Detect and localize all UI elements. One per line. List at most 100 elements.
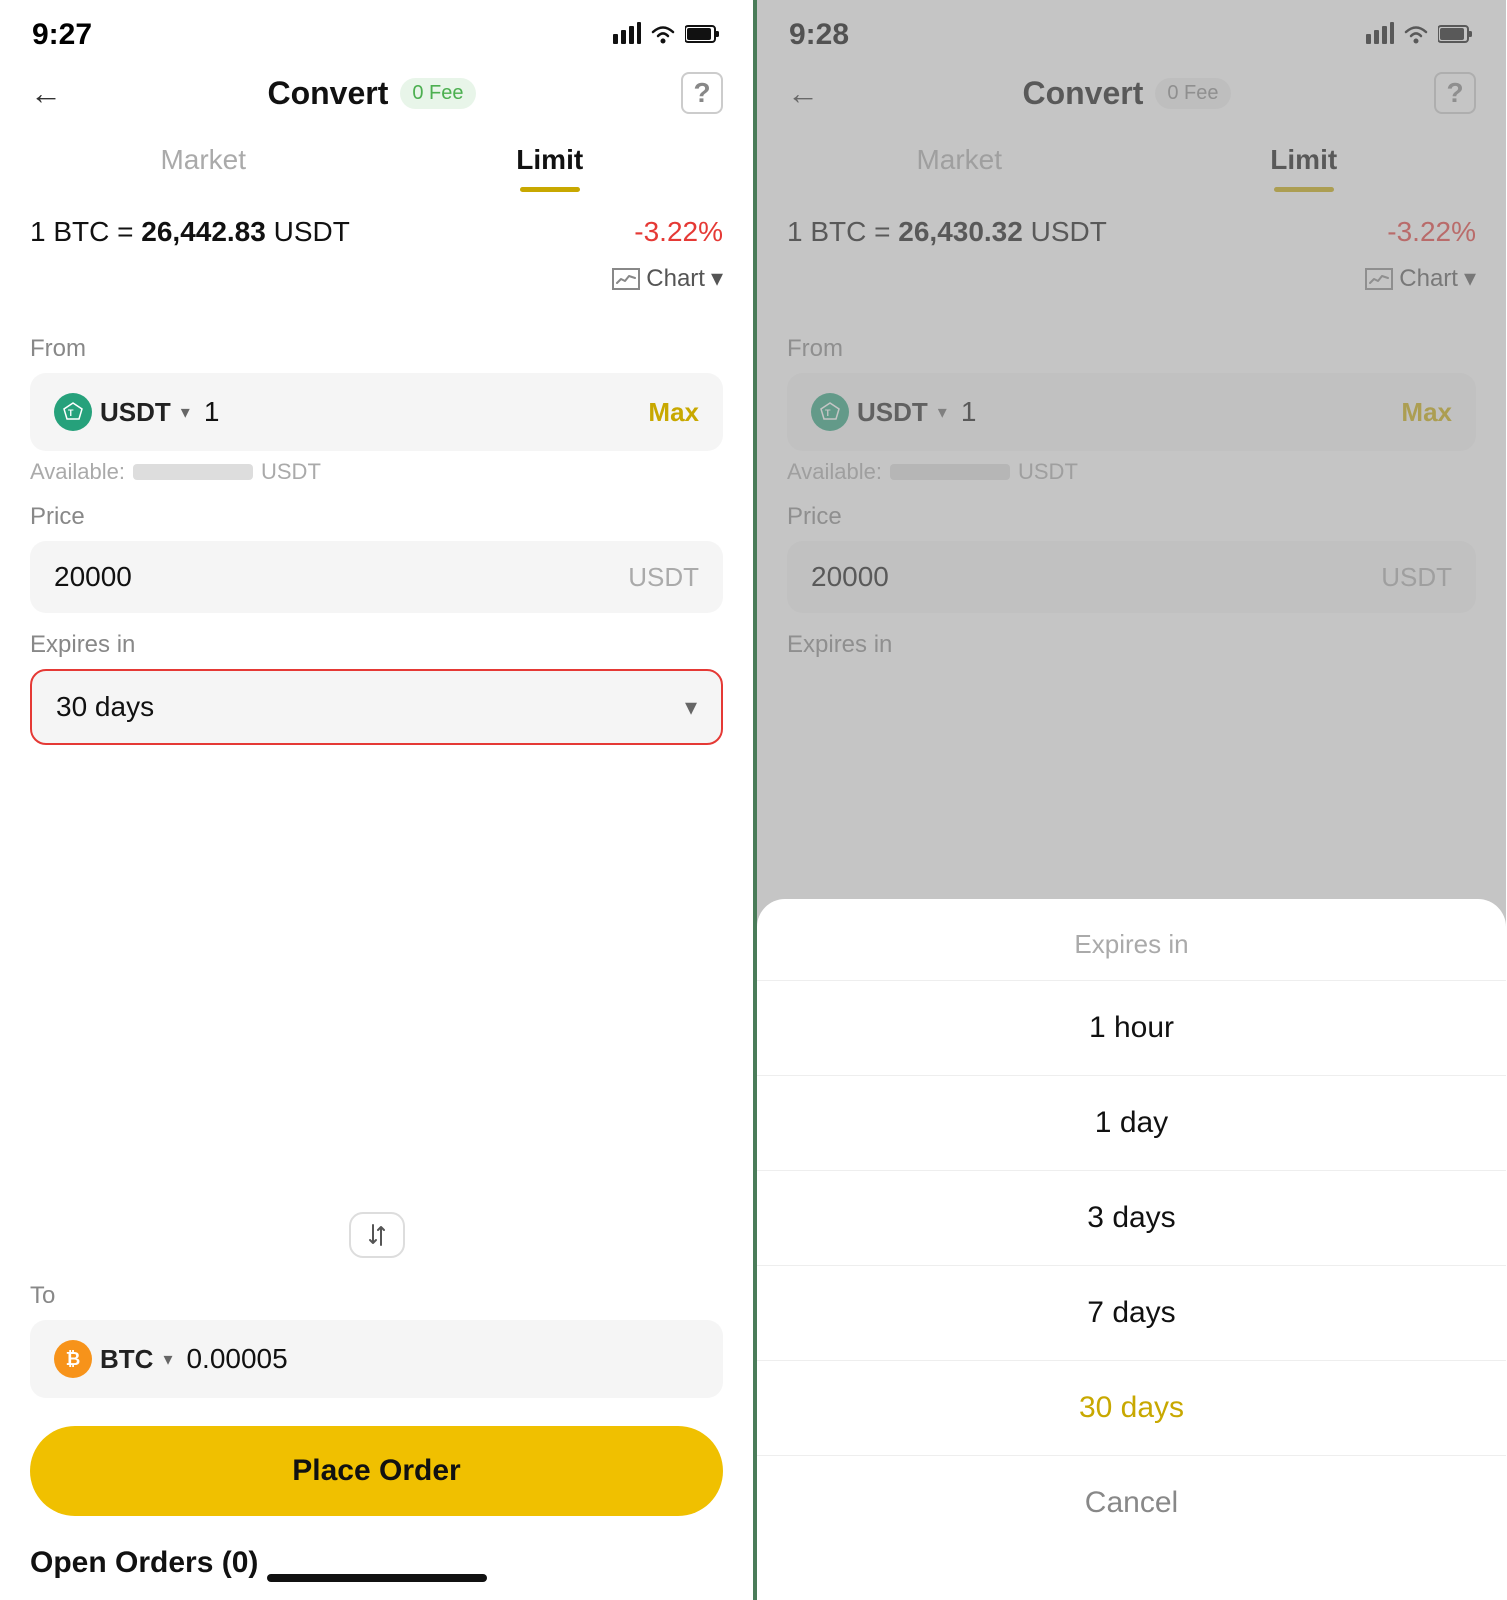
status-bar-left: 9:27 <box>0 0 753 62</box>
price-label-right: Price <box>787 503 1476 531</box>
expires-label-right: Expires in <box>787 631 1476 659</box>
battery-icon <box>685 20 721 51</box>
from-label-left: From <box>30 335 723 363</box>
page-title-left: Convert <box>267 75 388 112</box>
header-left: ← Convert 0 Fee ? <box>0 62 753 128</box>
rate-change-left: -3.22% <box>634 216 723 248</box>
to-input-row-left: ₿ BTC ▾ <box>30 1320 723 1398</box>
price-input-row-left: USDT <box>30 541 723 613</box>
tabs-left: Market Limit <box>0 128 753 192</box>
from-label-right: From <box>787 335 1476 363</box>
from-coin-selector-left[interactable]: T USDT ▾ <box>54 393 190 431</box>
swap-btn-row-left <box>0 1198 753 1264</box>
wifi-icon-right <box>1402 20 1430 51</box>
chart-button-left[interactable]: Chart ▾ <box>612 258 723 299</box>
status-time-right: 9:28 <box>789 18 849 52</box>
status-time-left: 9:27 <box>32 18 92 52</box>
blur-balance-right <box>890 464 1010 480</box>
tab-market-left[interactable]: Market <box>30 128 377 192</box>
from-input-row-left: T USDT ▾ Max <box>30 373 723 451</box>
price-input-left[interactable] <box>54 561 614 593</box>
signal-icon <box>613 20 641 51</box>
price-unit-right: USDT <box>1381 562 1452 593</box>
signal-icon-right <box>1366 20 1394 51</box>
to-amount-input-left[interactable] <box>186 1343 699 1375</box>
max-button-left[interactable]: Max <box>648 397 699 428</box>
status-bar-right: 9:28 <box>757 0 1506 62</box>
to-section-left: To ₿ BTC ▾ <box>0 1264 753 1398</box>
page-title-right: Convert <box>1022 75 1143 112</box>
from-coin-name-left: USDT <box>100 397 171 428</box>
usdt-icon-right: T <box>811 393 849 431</box>
wifi-icon <box>649 20 677 51</box>
chart-icon-right <box>1365 268 1393 290</box>
swap-button-left[interactable] <box>349 1212 405 1258</box>
price-input-right[interactable] <box>811 561 1367 593</box>
status-icons-left <box>613 20 721 51</box>
to-coin-selector-left[interactable]: ₿ BTC ▾ <box>54 1340 172 1378</box>
from-coin-name-right: USDT <box>857 397 928 428</box>
price-unit-left: USDT <box>628 562 699 593</box>
btc-icon-left: ₿ <box>54 1340 92 1378</box>
svg-text:T: T <box>825 408 831 418</box>
place-order-button-left[interactable]: Place Order <box>30 1426 723 1516</box>
to-dropdown-arrow-left: ▾ <box>163 1349 172 1370</box>
available-text-right: Available: USDT <box>787 459 1476 485</box>
from-amount-input-left[interactable] <box>204 396 635 428</box>
rate-text-right: 1 BTC = 26,430.32 USDT <box>787 216 1107 248</box>
price-label-left: Price <box>30 503 723 531</box>
sheet-item-3days[interactable]: 3 days <box>757 1171 1506 1266</box>
back-button-left[interactable]: ← <box>30 75 62 112</box>
right-panel: 9:28 <box>753 0 1506 1600</box>
chart-icon <box>612 268 640 290</box>
help-button-left[interactable]: ? <box>681 72 723 114</box>
battery-icon-right <box>1438 20 1474 51</box>
rate-line-left: 1 BTC = 26,442.83 USDT -3.22% <box>0 202 753 254</box>
tab-limit-left[interactable]: Limit <box>377 128 724 192</box>
svg-text:T: T <box>68 408 74 418</box>
left-panel: 9:27 <box>0 0 753 1600</box>
expires-bottom-sheet: Expires in 1 hour 1 day 3 days 7 days 30… <box>757 899 1506 1600</box>
rate-change-right: -3.22% <box>1387 216 1476 248</box>
from-input-row-right: T USDT ▾ Max <box>787 373 1476 451</box>
back-button-right[interactable]: ← <box>787 75 819 112</box>
status-icons-right <box>1366 20 1474 51</box>
rate-line-right: 1 BTC = 26,430.32 USDT -3.22% <box>757 202 1506 254</box>
to-label-left: To <box>30 1282 723 1310</box>
sheet-item-1day[interactable]: 1 day <box>757 1076 1506 1171</box>
sheet-item-30days[interactable]: 30 days <box>757 1361 1506 1456</box>
chart-row-right: Chart ▾ <box>757 254 1506 307</box>
sheet-item-7days[interactable]: 7 days <box>757 1266 1506 1361</box>
fee-badge-right: 0 Fee <box>1155 78 1230 109</box>
chevron-down-icon-right: ▾ <box>1464 264 1476 293</box>
help-button-right[interactable]: ? <box>1434 72 1476 114</box>
price-input-row-right: USDT <box>787 541 1476 613</box>
chart-button-right[interactable]: Chart ▾ <box>1365 258 1476 299</box>
expires-label-left: Expires in <box>30 631 723 659</box>
header-center-right: Convert 0 Fee <box>1022 75 1230 112</box>
header-right: ← Convert 0 Fee ? <box>757 62 1506 128</box>
chart-row-left: Chart ▾ <box>0 254 753 307</box>
from-dropdown-arrow-right: ▾ <box>938 402 947 423</box>
tab-market-right[interactable]: Market <box>787 128 1132 192</box>
rate-text-left: 1 BTC = 26,442.83 USDT <box>30 216 350 248</box>
tab-limit-right[interactable]: Limit <box>1132 128 1477 192</box>
home-indicator-left <box>267 1574 487 1582</box>
from-coin-selector-right[interactable]: T USDT ▾ <box>811 393 947 431</box>
blur-balance-left <box>133 464 253 480</box>
expires-value-left: 30 days <box>56 691 154 723</box>
tabs-right: Market Limit <box>757 128 1506 192</box>
max-button-right[interactable]: Max <box>1401 397 1452 428</box>
from-amount-input-right[interactable] <box>961 396 1388 428</box>
sheet-title: Expires in <box>757 899 1506 981</box>
sheet-item-cancel[interactable]: Cancel <box>757 1456 1506 1550</box>
open-orders-left: Open Orders (0) <box>0 1536 753 1600</box>
fee-badge-left: 0 Fee <box>400 78 475 109</box>
expires-input-row-left[interactable]: 30 days ▾ <box>30 669 723 745</box>
from-dropdown-arrow-left: ▾ <box>181 402 190 423</box>
form-area-left: From T USDT ▾ Max Available: USDT Price <box>0 307 753 1198</box>
sheet-item-1hour[interactable]: 1 hour <box>757 981 1506 1076</box>
expires-dropdown-icon-left: ▾ <box>685 693 697 722</box>
header-center-left: Convert 0 Fee <box>267 75 475 112</box>
available-text-left: Available: USDT <box>30 459 723 485</box>
